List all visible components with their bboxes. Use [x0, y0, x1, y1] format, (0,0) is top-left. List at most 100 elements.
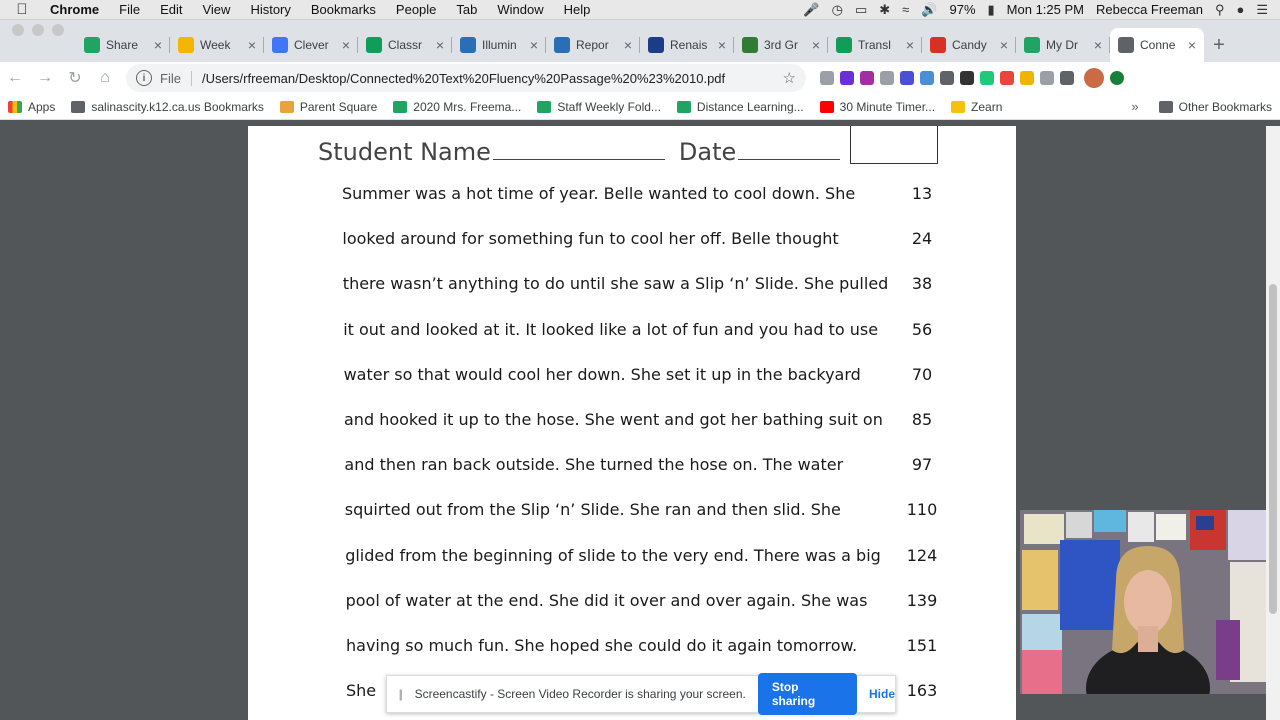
browser-toolbar: ← → ↻ ⌂ i File /Users/rfreeman/Desktop/C…	[0, 62, 1280, 94]
extension-icon[interactable]	[980, 71, 994, 85]
browser-tab[interactable]: Illumin ×	[452, 28, 546, 62]
clever-extension-icon[interactable]	[840, 71, 854, 85]
back-button[interactable]: ←	[0, 69, 30, 87]
tab-label: My Dr	[1046, 38, 1078, 52]
extension-icon[interactable]	[1020, 71, 1034, 85]
close-tab-icon[interactable]: ×	[624, 37, 632, 53]
wifi-icon[interactable]: ≈	[902, 2, 909, 17]
profile-avatar[interactable]	[1084, 68, 1104, 88]
extension-icon[interactable]	[820, 71, 834, 85]
menu-people[interactable]: People	[386, 2, 446, 17]
new-tab-button[interactable]: +	[1204, 28, 1234, 62]
reload-button[interactable]: ↻	[60, 68, 90, 88]
menu-user-name[interactable]: Rebecca Freeman	[1096, 2, 1203, 17]
menu-app-chrome[interactable]: Chrome	[44, 2, 109, 17]
browser-tab[interactable]: Clever ×	[264, 28, 358, 62]
close-tab-icon[interactable]: ×	[812, 37, 820, 53]
menu-tab[interactable]: Tab	[446, 2, 487, 17]
bookmark-item[interactable]: 2020 Mrs. Freema...	[385, 100, 529, 114]
home-button[interactable]: ⌂	[90, 69, 120, 87]
other-bookmarks[interactable]: Other Bookmarks	[1151, 100, 1280, 114]
close-tab-icon[interactable]: ×	[530, 37, 538, 53]
stop-sharing-button[interactable]: Stop sharing	[757, 673, 857, 715]
browser-tab[interactable]: Share ×	[76, 28, 170, 62]
browser-tab[interactable]: Transl ×	[828, 28, 922, 62]
apps-grid-icon	[8, 100, 22, 113]
bookmark-item[interactable]: 30 Minute Timer...	[812, 100, 943, 114]
word-count: 24	[911, 229, 933, 248]
browser-tab[interactable]: Renais ×	[640, 28, 734, 62]
menu-file[interactable]: File	[109, 2, 150, 17]
close-tab-icon[interactable]: ×	[342, 37, 350, 53]
extension-icon[interactable]	[860, 71, 874, 85]
close-tab-icon[interactable]: ×	[154, 37, 162, 53]
bluetooth-icon[interactable]: ✱	[879, 2, 890, 18]
vertical-scrollbar[interactable]	[1266, 126, 1280, 720]
close-tab-icon[interactable]: ×	[248, 37, 256, 53]
passage-line: Summer was a hot time of year. Belle wan…	[342, 184, 856, 203]
extension-icon[interactable]	[1040, 71, 1054, 85]
tab-label: Conne	[1140, 38, 1176, 52]
screencastify-icon[interactable]	[1000, 71, 1014, 85]
drag-handle-icon[interactable]: ||	[393, 687, 407, 701]
menu-edit[interactable]: Edit	[150, 2, 192, 17]
apple-icon[interactable]: 	[0, 1, 44, 18]
extension-icon[interactable]	[900, 71, 914, 85]
bookmark-item[interactable]: salinascity.k12.ca.us Bookmarks	[63, 100, 272, 114]
battery-percent[interactable]: 97%	[949, 2, 975, 17]
bookmark-star-icon[interactable]: ☆	[783, 69, 796, 87]
menu-bookmarks[interactable]: Bookmarks	[301, 2, 386, 17]
menu-window[interactable]: Window	[487, 2, 553, 17]
close-tab-icon[interactable]: ×	[718, 37, 726, 53]
minimize-window-button[interactable]	[32, 24, 44, 36]
webcam-overlay	[1020, 510, 1266, 694]
close-tab-icon[interactable]: ×	[1094, 37, 1102, 53]
volume-icon[interactable]: 🔊	[921, 2, 937, 18]
battery-icon[interactable]: ▮	[988, 2, 995, 18]
notification-center-icon[interactable]: ☰	[1256, 2, 1268, 18]
close-tab-icon[interactable]: ×	[436, 37, 444, 53]
browser-tab[interactable]: Candy ×	[922, 28, 1016, 62]
microphone-icon[interactable]: 🎤	[803, 2, 819, 18]
close-tab-icon[interactable]: ×	[1000, 37, 1008, 53]
browser-tab[interactable]: Classr ×	[358, 28, 452, 62]
airplay-icon[interactable]: ▭	[855, 2, 867, 18]
scrollbar-thumb[interactable]	[1269, 284, 1277, 614]
bookmark-item[interactable]: Staff Weekly Fold...	[529, 100, 669, 114]
apps-bookmark[interactable]: Apps	[0, 100, 63, 114]
address-bar[interactable]: i File /Users/rfreeman/Desktop/Connected…	[126, 64, 806, 92]
close-tab-icon[interactable]: ×	[906, 37, 914, 53]
forward-button[interactable]: →	[30, 69, 60, 87]
browser-tab[interactable]: 3rd Gr ×	[734, 28, 828, 62]
bookmark-item[interactable]: Zearn	[943, 100, 1010, 114]
block-icon[interactable]	[940, 71, 954, 85]
siri-icon[interactable]: ●	[1236, 2, 1244, 17]
browser-tab[interactable]: Week ×	[170, 28, 264, 62]
update-icon[interactable]	[1110, 71, 1124, 85]
close-tab-icon[interactable]: ×	[1188, 37, 1196, 53]
time-machine-icon[interactable]: ◷	[832, 2, 843, 18]
close-window-button[interactable]	[12, 24, 24, 36]
menu-clock[interactable]: Mon 1:25 PM	[1007, 2, 1084, 17]
browser-tab[interactable]: Repor ×	[546, 28, 640, 62]
zoom-window-button[interactable]	[52, 24, 64, 36]
bookmark-item[interactable]: Parent Square	[272, 100, 385, 114]
browser-tab[interactable]: Conne ×	[1110, 28, 1204, 62]
more-bookmarks-icon[interactable]: »	[1119, 99, 1150, 114]
address-url[interactable]: /Users/rfreeman/Desktop/Connected%20Text…	[202, 71, 783, 86]
qr-code-icon[interactable]	[960, 71, 974, 85]
spotlight-search-icon[interactable]: ⚲	[1215, 2, 1225, 18]
bookmark-item[interactable]: Distance Learning...	[669, 100, 812, 114]
extension-icon[interactable]	[920, 71, 934, 85]
menu-history[interactable]: History	[240, 2, 300, 17]
menu-help[interactable]: Help	[554, 2, 601, 17]
passage-line: having so much fun. She hoped she could …	[346, 636, 858, 655]
hide-button[interactable]: Hide	[869, 687, 895, 701]
menu-view[interactable]: View	[192, 2, 240, 17]
tab-label: 3rd Gr	[764, 38, 799, 52]
passage-line: squirted out from the Slip ‘n’ Slide. Sh…	[344, 500, 841, 519]
puzzle-icon[interactable]	[1060, 71, 1074, 85]
info-icon[interactable]: i	[136, 70, 152, 86]
browser-tab[interactable]: My Dr ×	[1016, 28, 1110, 62]
extension-icon[interactable]	[880, 71, 894, 85]
